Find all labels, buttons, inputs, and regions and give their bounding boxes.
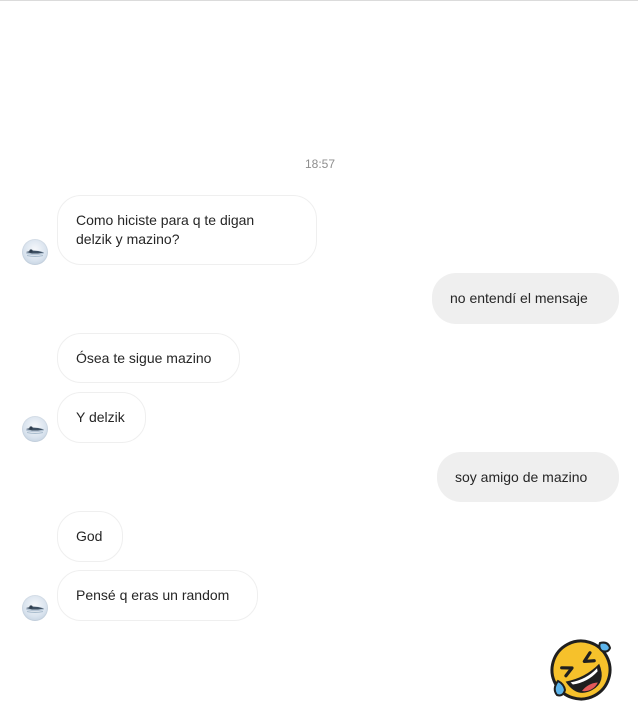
rolling-on-the-floor-laughing-emoji-icon[interactable] xyxy=(548,637,614,703)
message-text: God xyxy=(76,528,103,544)
message-text-line: delzik y mazino? xyxy=(76,231,180,247)
message-text-line: Como hiciste para q te digan xyxy=(76,212,255,228)
message-text: Y delzik xyxy=(76,409,125,425)
message-text: Ósea te sigue mazino xyxy=(76,349,212,366)
message-bubble-incoming[interactable]: God xyxy=(57,511,123,562)
message-bubble-incoming[interactable]: Como hiciste para q te digan delzik y ma… xyxy=(57,195,317,265)
message-bubble-incoming[interactable]: Pensé q eras un random xyxy=(57,570,258,621)
message-text: soy amigo de mazino xyxy=(455,468,588,485)
message-text: Pensé q eras un random xyxy=(76,587,230,603)
avatar-image-icon xyxy=(26,249,44,257)
sender-avatar[interactable] xyxy=(22,239,48,265)
avatar-image-icon xyxy=(26,605,44,613)
message-bubble-incoming[interactable]: Y delzik xyxy=(57,392,146,443)
message-bubble-outgoing[interactable]: no entendí el mensaje xyxy=(432,273,619,324)
avatar-image-icon xyxy=(26,426,44,434)
message-bubble-outgoing[interactable]: soy amigo de mazino xyxy=(437,452,619,502)
message-bubble-incoming[interactable]: Ósea te sigue mazino xyxy=(57,333,240,383)
sender-avatar[interactable] xyxy=(22,416,48,442)
message-timestamp: 18:57 xyxy=(304,157,336,171)
top-divider xyxy=(0,0,638,1)
message-text: no entendí el mensaje xyxy=(450,290,588,306)
sender-avatar[interactable] xyxy=(22,595,48,621)
